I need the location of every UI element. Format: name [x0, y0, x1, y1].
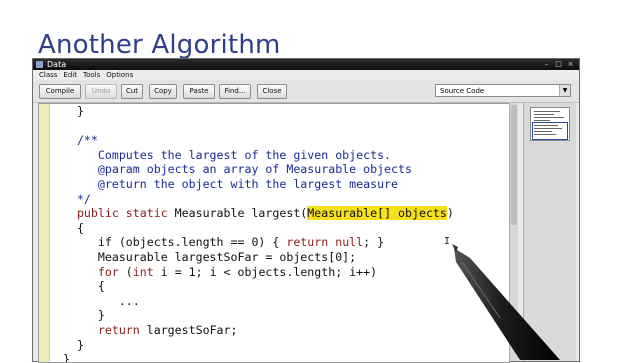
code-line: Measurable largestSoFar = objects[0];	[56, 249, 357, 264]
code-line: if (objects.length == 0) {	[56, 235, 287, 250]
code-editor[interactable]: } /** Computes the largest of the given …	[38, 103, 510, 363]
code-line: )	[446, 206, 454, 221]
highlighted-parameter: Measurable[] objects	[307, 206, 447, 221]
code-line: */	[56, 191, 91, 206]
viewport-indicator[interactable]	[532, 122, 568, 140]
code-line: }	[56, 308, 105, 323]
view-select-value: Source Code	[440, 87, 485, 95]
window-titlebar[interactable]: Data – □ ×	[33, 59, 579, 70]
compile-button[interactable]: Compile	[39, 84, 81, 99]
maximize-icon[interactable]: □	[554, 60, 563, 69]
code-line: }	[56, 104, 84, 118]
close-window-icon[interactable]: ×	[566, 60, 575, 69]
find-button[interactable]: Find...	[219, 84, 251, 99]
close-button[interactable]: Close	[257, 84, 287, 99]
code-line: /**	[56, 133, 98, 148]
menu-bar: Class Edit Tools Options	[33, 70, 579, 80]
code-keyword: null	[335, 235, 364, 250]
window-title: Data	[47, 60, 67, 69]
toolbar: Compile Undo Cut Copy Paste Find... Clos…	[33, 80, 579, 103]
code-line: largestSoFar;	[139, 322, 238, 337]
source-code[interactable]: } /** Computes the largest of the given …	[56, 104, 454, 363]
slide-title: Another Algorithm	[38, 30, 281, 60]
menu-options[interactable]: Options	[106, 70, 133, 80]
copy-button[interactable]: Copy	[149, 84, 177, 99]
code-keyword: public static	[56, 206, 168, 221]
code-line: i = 1; i < objects.length; i++)	[153, 264, 378, 279]
chevron-down-icon[interactable]: ▼	[559, 85, 570, 96]
code-line: @param objects an array of Measurable ob…	[56, 162, 412, 177]
code-line: @return the object with the largest meas…	[56, 176, 399, 191]
text-cursor-icon: I	[444, 236, 451, 247]
paste-button[interactable]: Paste	[183, 84, 215, 99]
view-select[interactable]: Source Code ▼	[435, 84, 571, 97]
menu-tools[interactable]: Tools	[83, 70, 100, 80]
code-line: ...	[56, 293, 140, 308]
code-keyword: for	[56, 264, 119, 279]
code-line: Measurable largest(	[167, 206, 308, 221]
code-line: ; }	[363, 235, 385, 250]
code-line: }	[56, 337, 84, 352]
code-line: }	[56, 352, 70, 363]
code-keyword: return	[56, 322, 140, 337]
navigation-panel	[523, 103, 576, 361]
scrollbar-thumb[interactable]	[511, 105, 517, 225]
code-keyword: return	[286, 235, 329, 250]
code-line: Computes the largest of the given object…	[56, 147, 392, 162]
editor-scrollbar[interactable]	[509, 103, 518, 361]
editor-gutter	[39, 104, 50, 362]
menu-edit[interactable]: Edit	[63, 70, 77, 80]
code-line: {	[56, 279, 105, 294]
editor-window: Data – □ × Class Edit Tools Options Comp…	[32, 58, 580, 363]
code-line: {	[56, 220, 84, 235]
app-icon	[36, 61, 43, 68]
cut-button[interactable]: Cut	[121, 84, 143, 99]
minimize-icon[interactable]: –	[542, 60, 551, 69]
menu-class[interactable]: Class	[39, 70, 57, 80]
undo-button[interactable]: Undo	[85, 84, 117, 99]
code-overview-map[interactable]	[530, 107, 570, 141]
code-keyword: int	[132, 264, 154, 279]
